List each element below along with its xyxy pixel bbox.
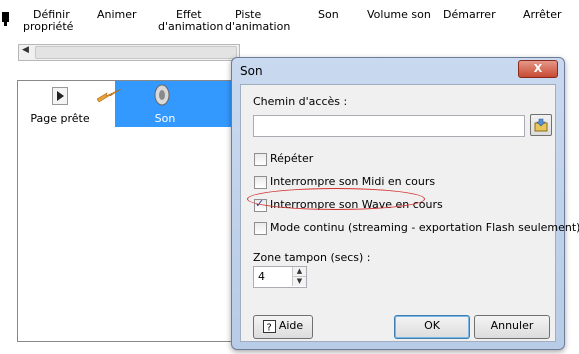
close-button[interactable]: X — [518, 60, 558, 78]
toolbar-item-sound-volume[interactable]: Volume son — [367, 9, 431, 21]
play-icon — [52, 87, 68, 105]
toolbar-item-label: Volume son — [367, 8, 431, 21]
streaming-mode-checkbox[interactable] — [254, 222, 267, 235]
svg-text:?: ? — [266, 322, 271, 333]
dialog-title: Son — [240, 64, 263, 78]
toolbar-item-start[interactable]: Démarrer — [443, 9, 496, 21]
cancel-button[interactable]: Annuler — [474, 315, 550, 339]
speaker-icon — [154, 84, 170, 106]
toolbar-item-define-property[interactable]: Définir propriété — [23, 9, 73, 33]
spin-down-icon[interactable]: ▼ — [292, 277, 306, 286]
toolbar-item-sound[interactable]: Son — [318, 9, 339, 21]
flow-canvas[interactable]: Page prête Son — [17, 80, 245, 342]
buffer-spinner[interactable]: 4 ▲ ▼ — [253, 266, 307, 288]
toolbar-item-label: Démarrer — [443, 8, 496, 21]
interrupt-midi-checkbox[interactable] — [254, 176, 267, 189]
toolbar-item-label: Son — [318, 8, 339, 21]
toolbar-item-animation-effect[interactable]: Effet d'animation — [158, 9, 223, 33]
highlight-ellipse — [247, 188, 425, 210]
toolbar: Définir propriété Animer Effet d'animati… — [22, 9, 562, 39]
scroll-left-arrow-icon[interactable]: ◀ — [22, 45, 29, 55]
toolbar-item-animation-track[interactable]: Piste d'animation — [225, 9, 290, 33]
toolbar-item-stop[interactable]: Arrêter — [523, 9, 562, 21]
toolbar-item-label: Arrêter — [523, 8, 562, 21]
browse-button[interactable] — [530, 114, 552, 136]
toolbar-item-animate[interactable]: Animer — [97, 9, 137, 21]
toolbar-item-label: d'animation — [225, 20, 291, 33]
path-input[interactable] — [253, 115, 525, 137]
bullet-marker-icon — [2, 12, 9, 26]
horizontal-scrollbar[interactable]: ◀ — [18, 44, 240, 61]
path-label: Chemin d'accès : — [253, 95, 348, 108]
toolbar-item-label: propriété — [23, 20, 74, 33]
toolbar-item-label: d'animation — [158, 20, 224, 33]
interrupt-midi-label: Interrompre son Midi en cours — [270, 175, 436, 188]
streaming-mode-label: Mode continu (streaming - exportation Fl… — [270, 221, 579, 234]
node-sound[interactable]: Son — [115, 81, 245, 127]
node-label: Son — [154, 112, 176, 125]
buffer-label: Zone tampon (secs) : — [253, 251, 371, 264]
spin-up-icon[interactable]: ▲ — [292, 267, 306, 277]
help-button-label: Aide — [278, 319, 304, 332]
ok-button[interactable]: OK — [394, 315, 470, 339]
scrollbar-thumb[interactable] — [35, 46, 237, 59]
dialog-body: Chemin d'accès : Répéter Interrompre son… — [240, 84, 579, 342]
help-icon: ? — [262, 319, 276, 333]
help-button[interactable]: ? Aide — [253, 315, 313, 339]
folder-open-icon — [534, 118, 548, 132]
repeat-label: Répéter — [270, 152, 314, 165]
buffer-value: 4 — [258, 270, 265, 283]
lightning-connector-icon — [97, 88, 122, 103]
repeat-checkbox[interactable] — [254, 153, 267, 166]
toolbar-item-label: Animer — [97, 8, 137, 21]
